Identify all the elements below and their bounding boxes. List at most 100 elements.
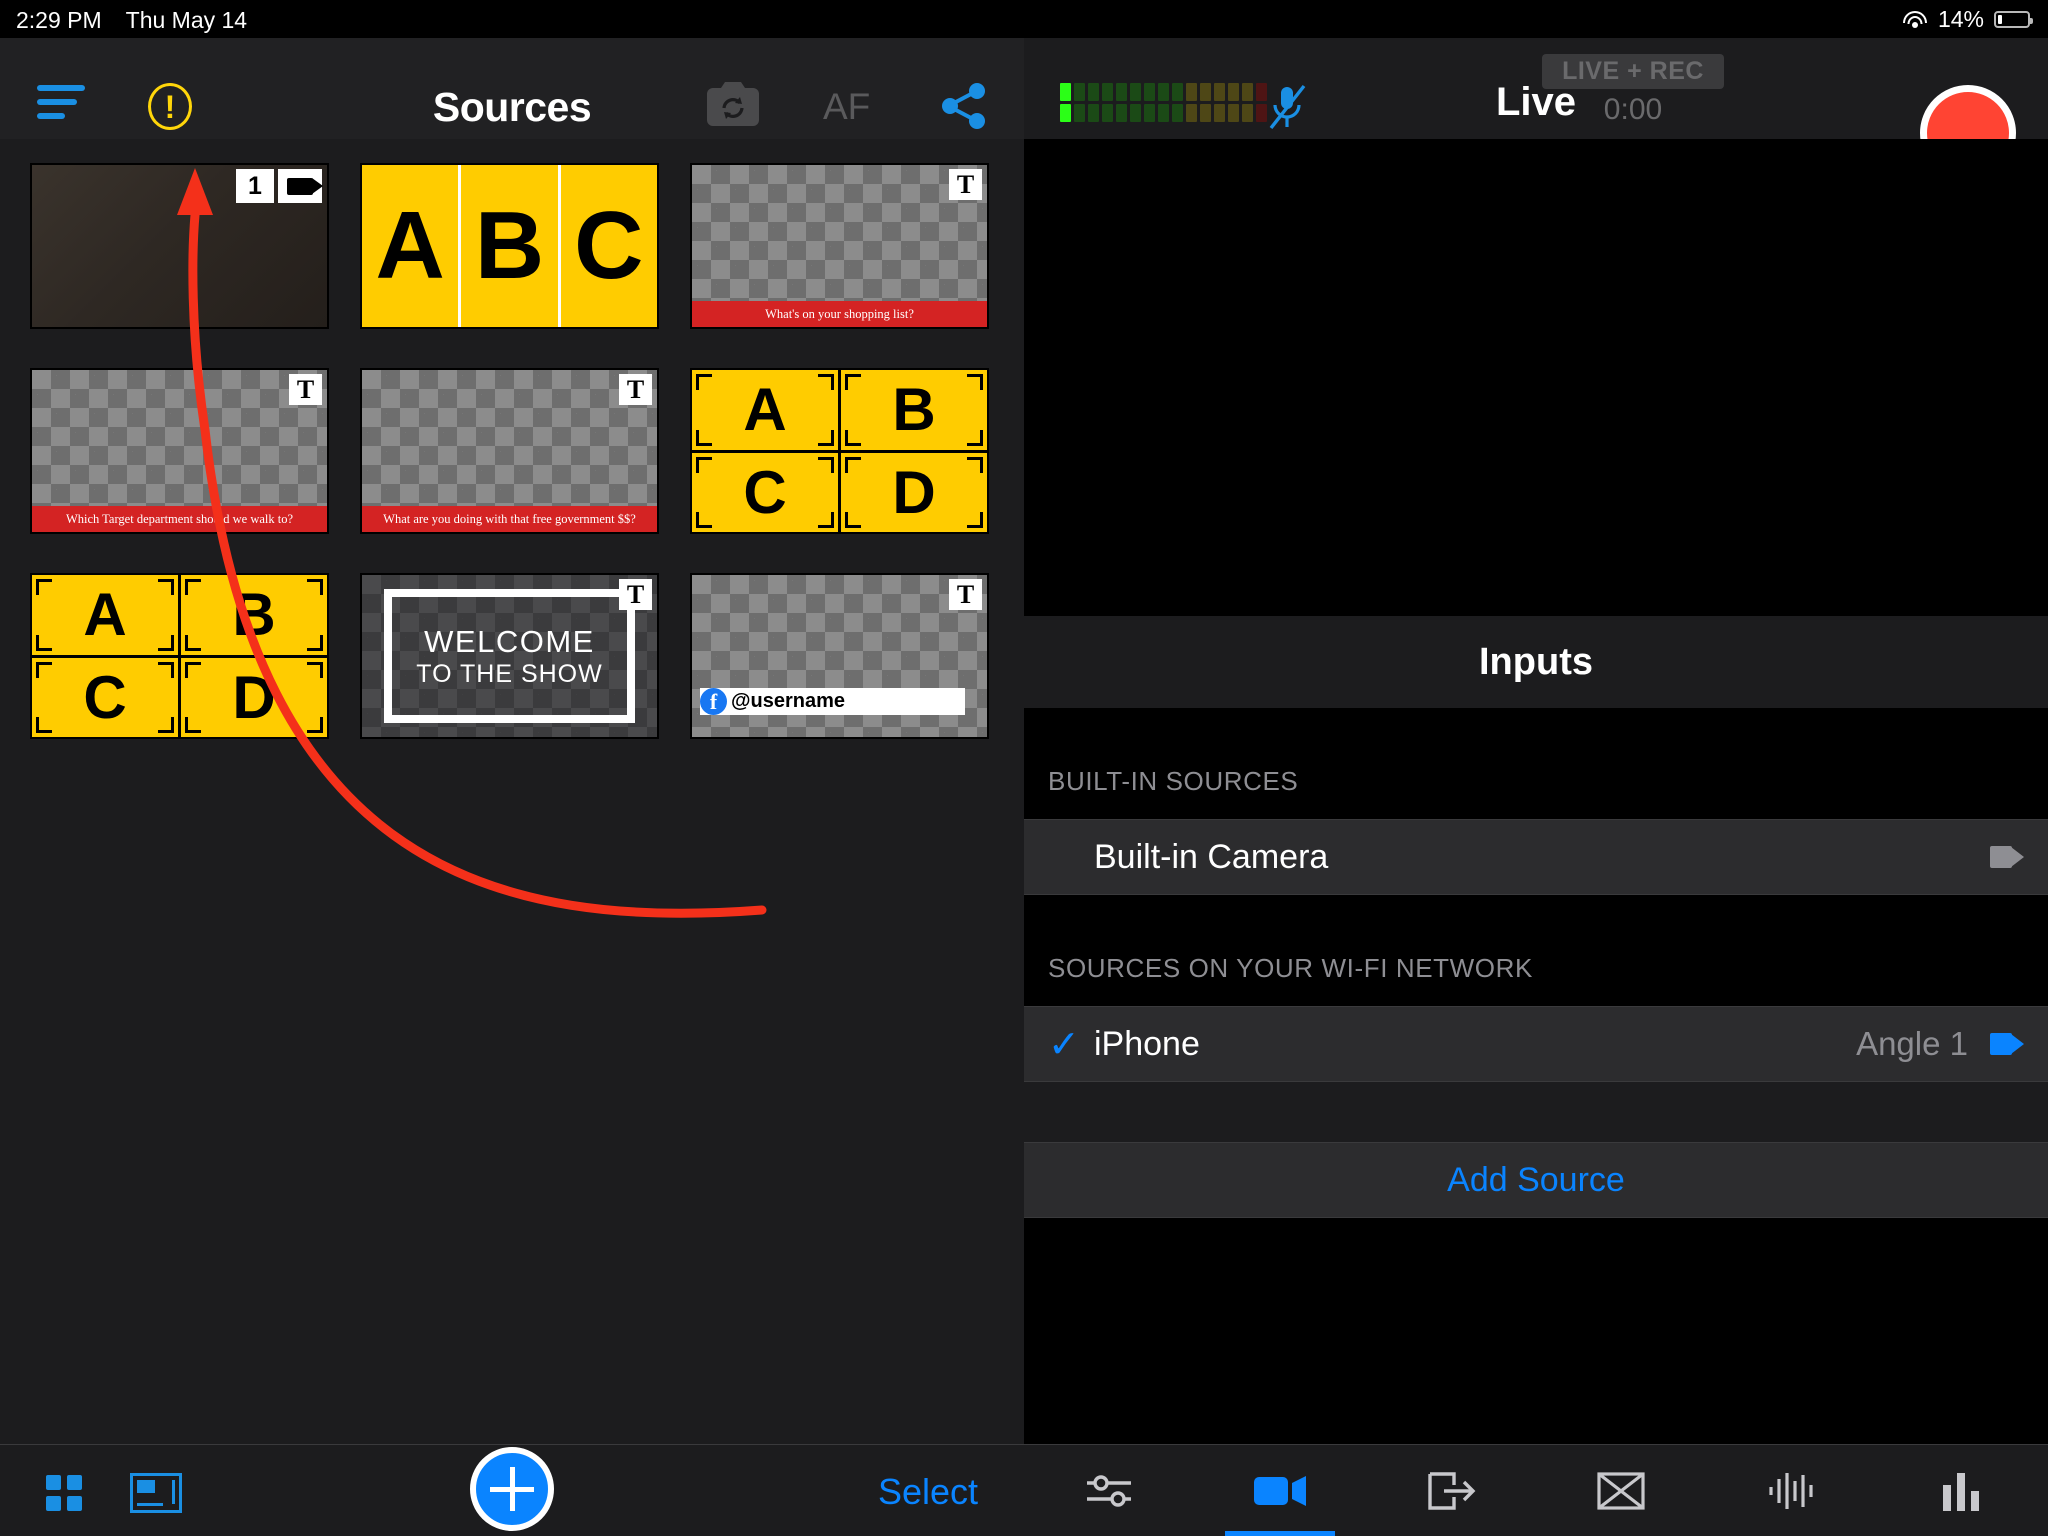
text-badge: T: [289, 374, 322, 405]
source-tile-camera[interactable]: 1: [30, 163, 329, 329]
tab-output[interactable]: [1365, 1445, 1536, 1536]
source-thumbnail: T What are you doing with that free gove…: [360, 368, 659, 534]
lower-third-caption: Which Target department should we walk t…: [32, 506, 327, 532]
username-bar: f @username: [700, 688, 965, 715]
input-row-iphone[interactable]: ✓ iPhone Angle 1: [1024, 1007, 2048, 1081]
video-camera-icon: [278, 169, 323, 203]
text-badge: T: [949, 169, 982, 200]
quad-letter: A: [743, 376, 787, 444]
input-name: iPhone: [1094, 1024, 1200, 1063]
battery-percent-label: 14%: [1937, 6, 1984, 32]
lower-third-caption: What's on your shopping list?: [692, 301, 987, 327]
welcome-line-1: WELCOME: [424, 623, 595, 659]
source-tile-abcd-quad-1[interactable]: A B C D: [690, 368, 989, 534]
live-rec-status: LIVE + REC 0:00: [1542, 54, 1724, 128]
grid-layout-icon[interactable]: [46, 1475, 82, 1511]
sliders-settings-icon: [1087, 1474, 1132, 1507]
quad-letter: A: [83, 581, 127, 649]
select-button[interactable]: Select: [878, 1471, 978, 1513]
quad-letter: B: [892, 376, 936, 444]
battery-icon: [1994, 11, 2033, 28]
source-tile-username-lower-third[interactable]: T f @username: [690, 573, 989, 739]
source-thumbnail: WELCOME TO THE SHOW T: [360, 573, 659, 739]
quad-letter: B: [232, 581, 276, 649]
tab-transition[interactable]: [1536, 1445, 1707, 1536]
input-name: Built-in Camera: [1094, 837, 1329, 876]
autofocus-label[interactable]: AF: [823, 86, 870, 128]
camera-flip-icon[interactable]: [707, 82, 759, 126]
source-thumbnail: T f @username: [690, 573, 989, 739]
checkmark-icon: ✓: [1048, 1023, 1080, 1066]
abcd-quad-graphic: A B C D: [692, 370, 987, 532]
live-rec-badge: LIVE + REC: [1542, 54, 1724, 89]
welcome-line-2: TO THE SHOW: [416, 659, 603, 688]
section-header-built-in: BUILT-IN SOURCES: [1048, 766, 1299, 796]
input-row-built-in-camera[interactable]: Built-in Camera: [1024, 820, 2048, 894]
stats-bars-icon: [1942, 1472, 1979, 1511]
section-header-wifi: SOURCES ON YOUR WI-FI NETWORK: [1048, 953, 1533, 983]
tab-audio[interactable]: [1707, 1445, 1878, 1536]
lower-third-caption: What are you doing with that free govern…: [362, 506, 657, 532]
tab-settings[interactable]: [1024, 1445, 1195, 1536]
source-tile-abc-bars[interactable]: A B C: [360, 163, 659, 329]
quad-cell: A: [692, 370, 838, 450]
status-bar-right: 14%: [1902, 6, 2033, 33]
inputs-title: Inputs: [1024, 616, 2048, 708]
video-camera-icon: [1990, 846, 2024, 868]
wifi-icon: [1902, 10, 1928, 30]
add-source-button[interactable]: Add Source: [1024, 1143, 2048, 1217]
sources-panel: ! Sources AF 1 A B C T What's on your sh…: [0, 38, 1024, 1536]
multiview-layout-icon[interactable]: [130, 1473, 182, 1513]
text-badge: T: [619, 374, 652, 405]
source-thumbnail: T Which Target department should we walk…: [30, 368, 329, 534]
live-bottom-tabbar: [1024, 1444, 2048, 1536]
text-badge: T: [949, 579, 982, 610]
quad-letter: C: [83, 663, 127, 731]
welcome-text: WELCOME TO THE SHOW: [362, 575, 657, 737]
input-angle-label: Angle 1: [1856, 1025, 1968, 1062]
video-camera-icon: [1254, 1475, 1306, 1506]
source-thumbnail: A B C D: [30, 573, 329, 739]
quad-cell: C: [32, 657, 178, 737]
text-badge: T: [619, 579, 652, 610]
source-thumbnail: 1: [30, 163, 329, 329]
divider: [1024, 1217, 2048, 1218]
source-tile-welcome-slate[interactable]: WELCOME TO THE SHOW T: [360, 573, 659, 739]
username-label: @username: [731, 690, 845, 712]
active-tab-underline: [1225, 1531, 1335, 1536]
quad-cell: D: [181, 657, 327, 737]
add-source-plus-button[interactable]: [470, 1447, 554, 1531]
abc-bars-graphic: A B C: [362, 165, 657, 327]
status-time: 2:29 PM: [16, 7, 102, 33]
source-tile-lower-third-shopping[interactable]: T What's on your shopping list?: [690, 163, 989, 329]
quad-letter: D: [892, 458, 936, 526]
inputs-list: BUILT-IN SOURCES Built-in Camera SOURCES…: [1024, 708, 2048, 1218]
video-camera-icon: [1990, 1033, 2024, 1055]
facebook-icon: f: [700, 688, 727, 715]
output-export-icon: [1427, 1471, 1476, 1510]
tab-video[interactable]: [1195, 1445, 1366, 1536]
abc-letter: A: [362, 165, 462, 327]
program-preview[interactable]: [1024, 139, 2048, 616]
quad-cell: B: [841, 370, 987, 450]
source-tile-lower-third-government[interactable]: T What are you doing with that free gove…: [360, 368, 659, 534]
source-tile-abcd-quad-2[interactable]: A B C D: [30, 573, 329, 739]
status-bar-left: 2:29 PM Thu May 14: [16, 7, 247, 34]
sources-bottom-toolbar: Select: [0, 1444, 1024, 1536]
record-timer: 0:00: [1603, 93, 1663, 126]
status-bar: 2:29 PM Thu May 14 14%: [0, 0, 2048, 38]
source-thumbnail: A B C D: [690, 368, 989, 534]
add-source-label: Add Source: [1447, 1160, 1625, 1199]
quad-cell: C: [692, 452, 838, 532]
share-icon[interactable]: [940, 82, 988, 130]
quad-cell: A: [32, 575, 178, 655]
quad-cell: D: [841, 452, 987, 532]
transition-icon: [1597, 1471, 1645, 1510]
sources-header: ! Sources AF: [0, 38, 1024, 139]
source-tile-lower-third-target[interactable]: T Which Target department should we walk…: [30, 368, 329, 534]
status-date: Thu May 14: [125, 7, 248, 33]
page-title: Sources: [432, 84, 592, 130]
live-panel: Live LIVE + REC 0:00 Inputs BUILT-IN SOU…: [1024, 38, 2048, 1536]
tab-stats[interactable]: [1877, 1445, 2048, 1536]
source-thumbnail: A B C: [360, 163, 659, 329]
